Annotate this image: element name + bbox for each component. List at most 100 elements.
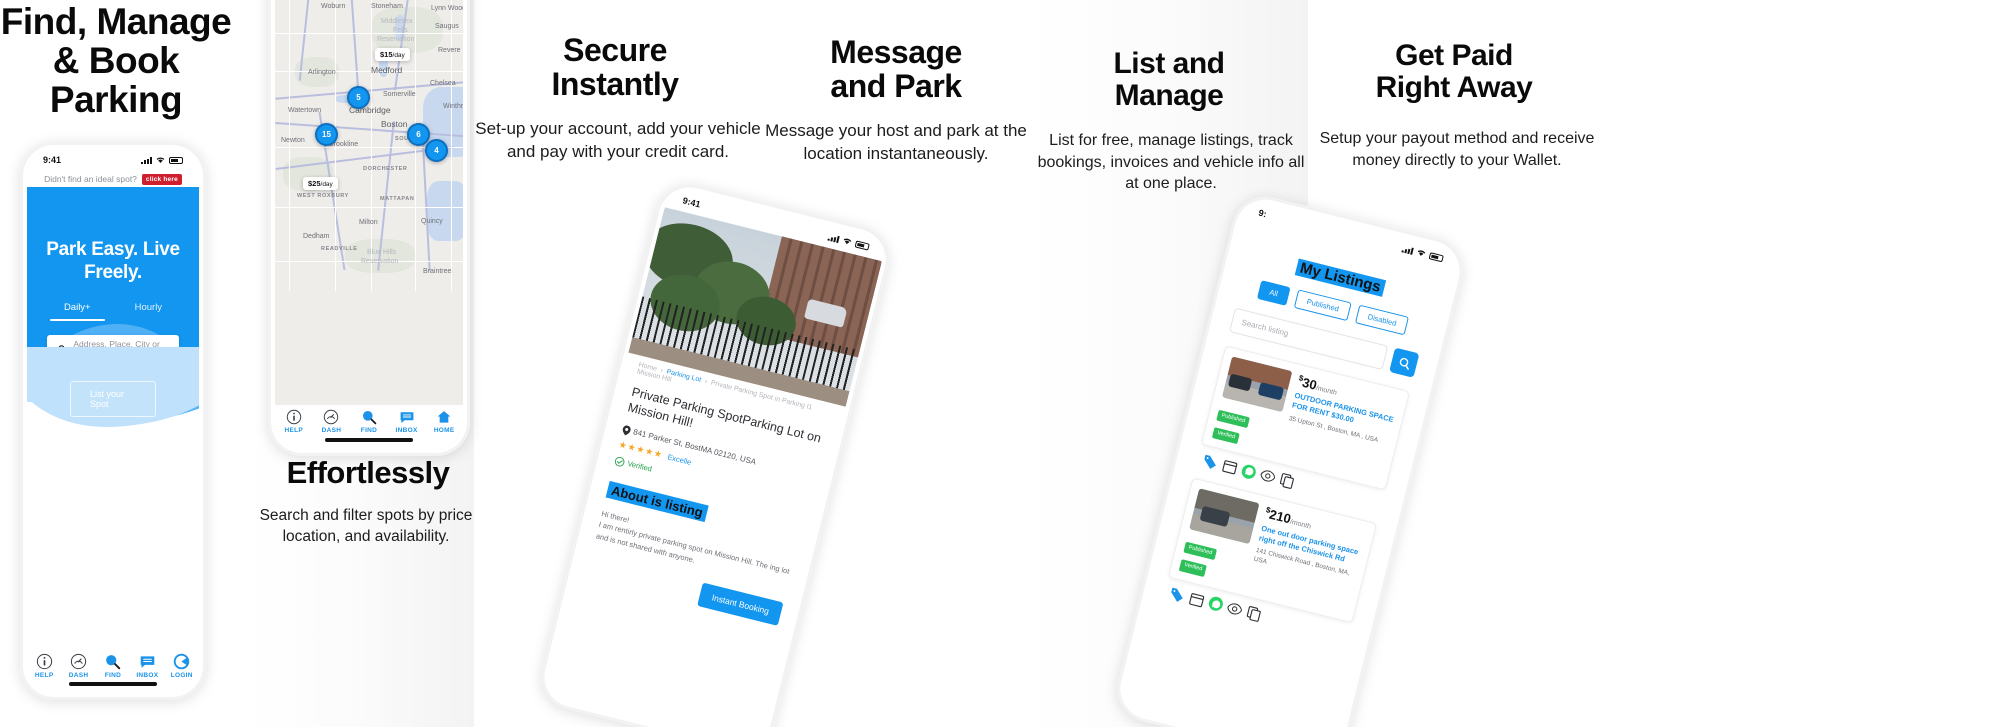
map-water: [427, 181, 463, 241]
map-city-label: Boston: [381, 119, 408, 129]
rating-label: Excelle: [666, 451, 693, 467]
dashboard-icon: [70, 653, 87, 670]
subtext-message-and-park: Message your host and park at the locati…: [765, 121, 1027, 163]
map-city-label: Medford: [371, 65, 403, 75]
signal-icon: [827, 233, 840, 243]
map-city-label: Fells: [393, 27, 408, 34]
search-listing-button[interactable]: [1389, 347, 1420, 378]
home-indicator: [325, 438, 413, 442]
map-price-tag[interactable]: $15/day: [375, 48, 410, 61]
status-indicators: [827, 233, 870, 251]
listing-status-badges: Published Verified: [1178, 535, 1248, 585]
verified-check-icon: [615, 456, 625, 467]
map-city-label: Chelsea: [430, 80, 456, 87]
map-city-label: Quincy: [421, 218, 443, 225]
map-city-label: Braintree: [423, 268, 452, 275]
map-city-label: Blue Hills: [367, 249, 397, 256]
instant-booking-button[interactable]: Instant Booking: [697, 582, 784, 627]
home-indicator: [69, 682, 157, 686]
heading-find-manage-book: Find, Manage & Book Parking: [0, 1, 232, 121]
search-listing-placeholder: Search listing: [1240, 317, 1290, 339]
map-city-label: WEST ROXBURY: [297, 193, 349, 199]
booking-mode-tabs: Daily+ Hourly: [27, 302, 199, 321]
calendar-icon[interactable]: [1221, 458, 1239, 476]
map-city-label: Saugus: [435, 23, 459, 30]
tag-icon[interactable]: [1201, 453, 1219, 471]
heading-secure-instantly: Secure Instantly: [551, 32, 679, 102]
map-city-label: Winthrop: [443, 103, 463, 110]
status-badge-published: Published: [1216, 409, 1251, 429]
map-road: [275, 207, 463, 209]
filter-all[interactable]: All: [1256, 280, 1291, 306]
map-city-label: Revere: [438, 47, 461, 54]
map-city-label: READVILLE: [321, 246, 358, 252]
eye-icon[interactable]: [1226, 599, 1244, 617]
status-bar: 9:41: [27, 149, 199, 171]
nav-item-inbox[interactable]: INBOX: [131, 653, 164, 679]
listing-price-unit: /month: [1315, 384, 1338, 397]
map-city-label: Stoneham: [371, 3, 403, 10]
promo-banner[interactable]: Didn't find an ideal spot? click here: [27, 171, 199, 187]
tab-hourly[interactable]: Hourly: [135, 302, 162, 321]
subtext-secure-instantly: Set-up your account, add your vehicle an…: [475, 119, 761, 161]
subtext-browse-effortlessly: Search and filter spots by price locatio…: [259, 507, 473, 545]
battery-icon: [1428, 251, 1444, 262]
nav-item-inbox[interactable]: INBOX: [389, 409, 425, 434]
status-badge-verified: Verified: [1211, 427, 1241, 445]
tag-icon[interactable]: [1168, 585, 1186, 603]
nav-item-help[interactable]: HELP: [276, 409, 312, 434]
listing-price-unit: /month: [1289, 518, 1312, 531]
nav-label-login: LOGIN: [170, 672, 193, 679]
promo-banner-button[interactable]: click here: [141, 173, 182, 185]
map-road: [451, 0, 453, 291]
eye-icon[interactable]: [1259, 467, 1277, 485]
copy-icon[interactable]: [1245, 604, 1263, 622]
map-city-label: Middlesex: [381, 18, 413, 25]
nav-label-dash: DASH: [68, 672, 89, 679]
map-price-tag[interactable]: $25/day: [303, 177, 338, 190]
battery-icon: [854, 239, 870, 251]
filter-disabled[interactable]: Disabled: [1354, 304, 1410, 336]
nav-item-help[interactable]: HELP: [28, 653, 61, 679]
map-city-label: Newton: [281, 137, 305, 144]
map-city-label: Arlington: [308, 69, 336, 76]
info-icon: [286, 409, 301, 425]
list-your-spot-button[interactable]: List your Spot: [70, 381, 156, 417]
nav-label-help: HELP: [34, 672, 54, 679]
inbox-icon: [140, 656, 155, 668]
whatsapp-icon[interactable]: [1207, 595, 1225, 613]
nav-label-inbox: INBOX: [136, 672, 159, 679]
map-cluster-marker[interactable]: 15: [315, 123, 338, 146]
listing-body: Home › Parking Lot › Private Parking Spo…: [585, 362, 831, 627]
map-city-label: Reservation: [377, 36, 415, 43]
listing-card-right: $30/month OUTDOOR PARKING SPACE FOR RENT…: [1280, 373, 1399, 479]
nav-label-find: FIND: [104, 672, 122, 679]
map-view[interactable]: ReadingBurlingtonWakefieldWoburnStoneham…: [275, 0, 463, 449]
price-unit: /day: [392, 52, 405, 59]
nav-item-find[interactable]: FIND: [351, 409, 387, 434]
map-road: [371, 0, 373, 291]
nav-item-home[interactable]: HOME: [426, 409, 462, 434]
map-cluster-marker[interactable]: 5: [347, 86, 370, 109]
nav-item-dash[interactable]: DASH: [62, 653, 95, 679]
whatsapp-icon[interactable]: [1240, 463, 1258, 481]
battery-icon: [169, 156, 183, 164]
tab-daily[interactable]: Daily+: [50, 302, 105, 321]
filter-published[interactable]: Published: [1293, 289, 1352, 322]
feature-showcase-page: Find, Manage & Book Parking Secure Insta…: [0, 0, 2000, 727]
home-icon: [437, 411, 451, 423]
subtext-list-and-manage: List for free, manage listings, track bo…: [1037, 132, 1305, 193]
nav-item-find[interactable]: FIND: [97, 653, 130, 679]
status-badge-published: Published: [1183, 541, 1218, 561]
inbox-icon: [400, 412, 413, 423]
nav-item-dash[interactable]: DASH: [314, 409, 350, 434]
nav-label-inbox: INBOX: [395, 427, 418, 434]
map-cluster-marker[interactable]: 4: [425, 139, 448, 162]
copy-icon[interactable]: [1278, 472, 1296, 490]
price-amount: $15: [380, 50, 393, 59]
calendar-icon[interactable]: [1188, 590, 1206, 608]
map-road: [275, 71, 463, 73]
map-city-label: DORCHESTER: [363, 166, 408, 172]
nav-item-login[interactable]: LOGIN: [165, 653, 198, 679]
info-icon: [36, 653, 52, 670]
